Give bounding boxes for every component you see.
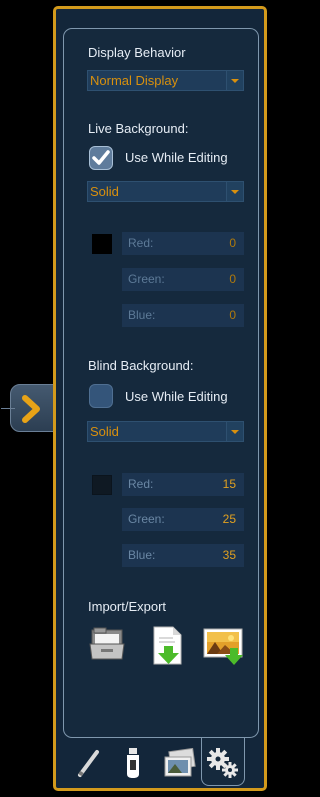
live-background-mode-dropdown[interactable]: Solid [87, 181, 244, 202]
blind-red-field[interactable]: Red: 15 [122, 473, 244, 496]
blind-background-label: Blind Background: [88, 358, 194, 373]
red-value: 15 [222, 477, 236, 491]
dropdown-arrow-icon [226, 422, 243, 441]
live-blue-field[interactable]: Blue: 0 [122, 304, 244, 327]
red-label: Red: [128, 477, 154, 491]
blind-use-while-editing-checkbox[interactable] [89, 384, 113, 408]
blue-label: Blue: [128, 548, 156, 562]
dropdown-arrow-icon [226, 71, 243, 90]
document-import-icon[interactable] [151, 626, 185, 666]
tab-bar [63, 738, 259, 788]
blue-value: 35 [222, 548, 236, 562]
collapse-panel-button[interactable] [1, 384, 54, 432]
bottle-icon [127, 748, 139, 778]
images-icon [164, 748, 196, 777]
blind-use-while-editing-label: Use While Editing [125, 389, 228, 404]
blind-color-swatch[interactable] [92, 475, 112, 495]
blue-label: Blue: [128, 308, 156, 322]
checkmark-icon [92, 150, 110, 165]
tab-pencil[interactable] [67, 740, 111, 786]
blue-value: 0 [229, 308, 236, 322]
red-label: Red: [128, 236, 154, 250]
blind-background-mode-dropdown[interactable]: Solid [87, 421, 244, 442]
live-red-field[interactable]: Red: 0 [122, 232, 244, 255]
blind-blue-field[interactable]: Blue: 35 [122, 544, 244, 567]
live-background-label: Live Background: [88, 121, 189, 136]
green-label: Green: [128, 272, 165, 286]
display-behavior-dropdown[interactable]: Normal Display [87, 70, 244, 91]
import-export-label: Import/Export [88, 599, 167, 614]
blind-background-mode-value: Solid [90, 424, 119, 439]
tab-settings[interactable] [201, 738, 245, 786]
blind-green-field[interactable]: Green: 25 [122, 508, 244, 531]
live-green-field[interactable]: Green: 0 [122, 268, 244, 291]
live-color-swatch[interactable] [92, 234, 112, 254]
live-background-mode-value: Solid [90, 184, 119, 199]
red-value: 0 [229, 236, 236, 250]
pencil-icon [78, 750, 99, 777]
green-value: 0 [229, 272, 236, 286]
green-label: Green: [128, 512, 165, 526]
display-behavior-label: Display Behavior [88, 45, 186, 60]
folder-open-icon[interactable] [89, 626, 127, 662]
gears-icon [207, 747, 238, 778]
display-behavior-value: Normal Display [90, 73, 179, 88]
dropdown-arrow-icon [226, 182, 243, 201]
green-value: 25 [222, 512, 236, 526]
tab-bottle[interactable] [111, 740, 155, 786]
tab-images[interactable] [157, 740, 201, 786]
live-use-while-editing-label: Use While Editing [125, 150, 228, 165]
image-import-icon[interactable] [203, 626, 247, 666]
live-use-while-editing-checkbox[interactable] [89, 146, 113, 170]
chevron-right-icon [22, 395, 40, 423]
